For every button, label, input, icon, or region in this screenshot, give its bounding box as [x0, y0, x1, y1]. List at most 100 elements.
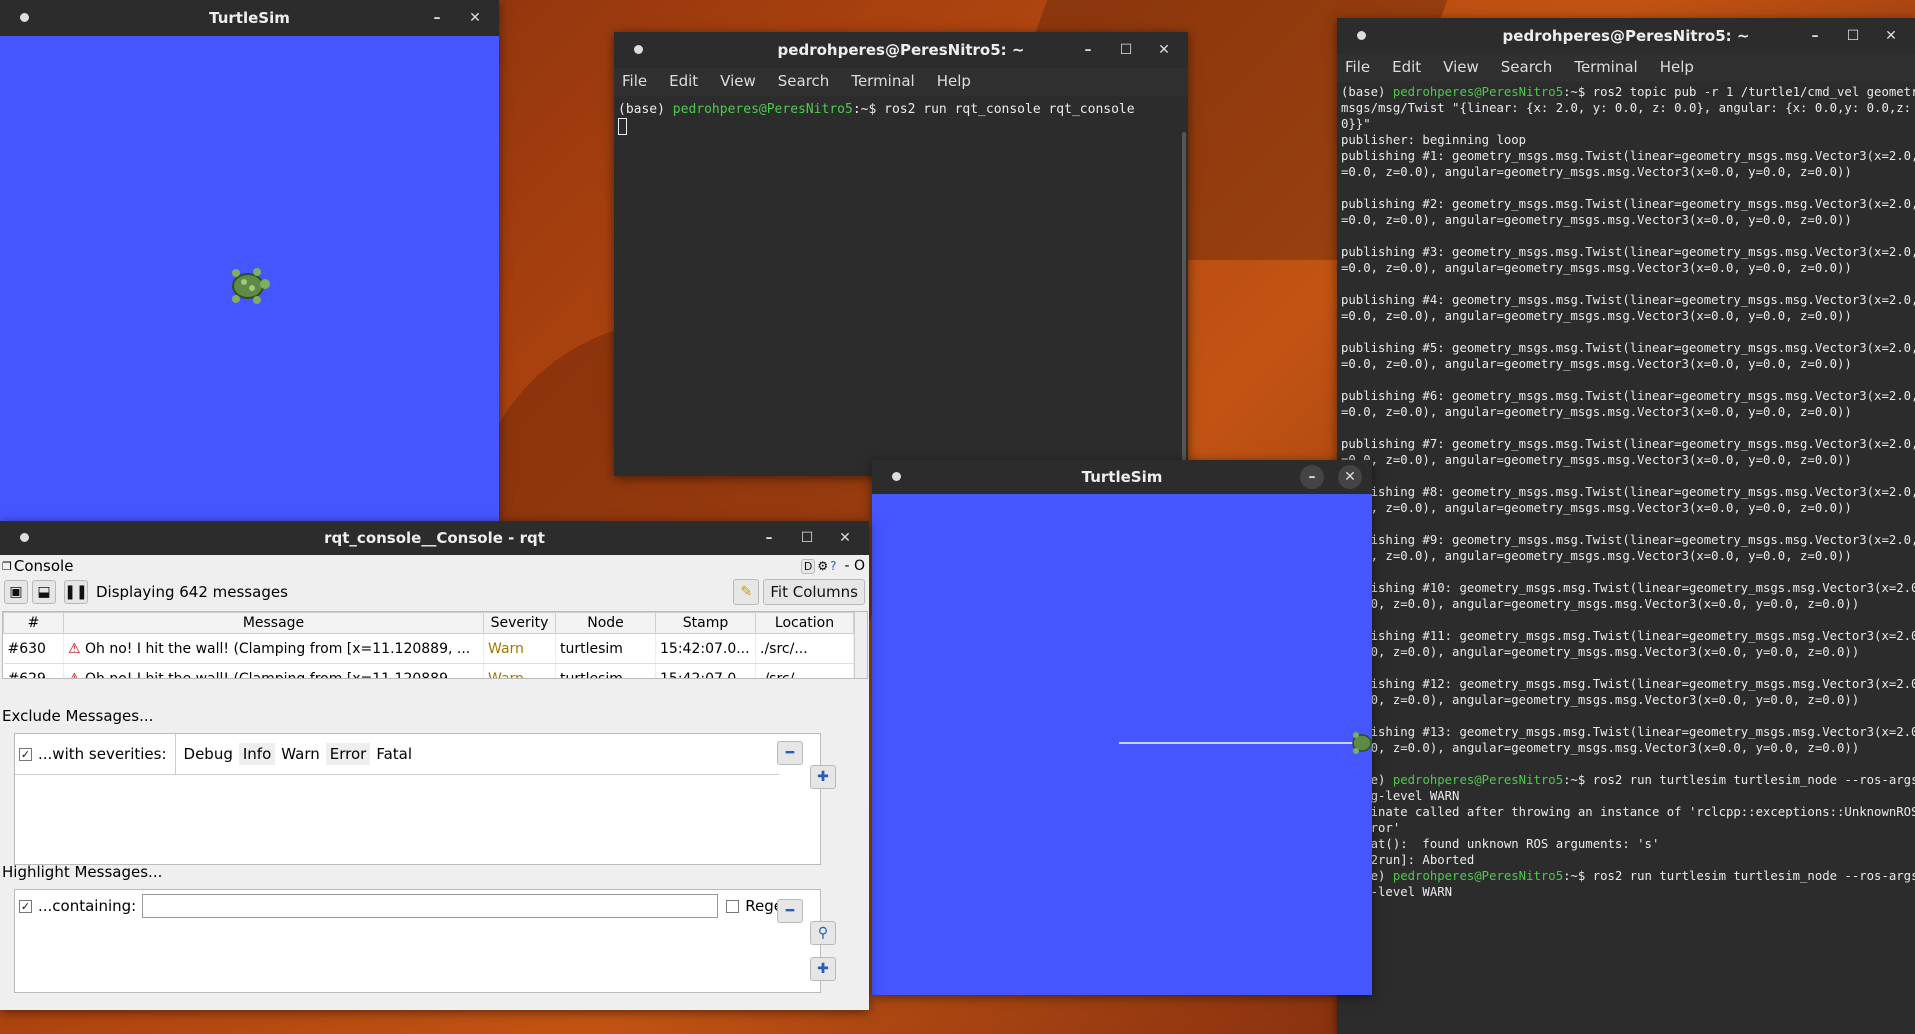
menu-edit[interactable]: Edit: [1392, 58, 1421, 76]
minimize-icon[interactable]: –: [757, 526, 781, 550]
minimize-icon[interactable]: –: [1803, 24, 1827, 48]
regex-checkbox[interactable]: [726, 899, 740, 913]
severity-warn[interactable]: Warn: [277, 743, 323, 765]
minimize-icon[interactable]: –: [425, 6, 449, 30]
close-icon[interactable]: ✕: [1879, 24, 1903, 48]
prompt-user: pedrohperes@PeresNitro5: [672, 102, 853, 117]
save-icon[interactable]: ▣: [4, 580, 28, 604]
message-table: # Message Severity Node Stamp Location #…: [3, 612, 854, 679]
row-severity: Warn: [483, 663, 556, 678]
terminal-line: 0}}": [1341, 117, 1371, 131]
menu-edit[interactable]: Edit: [669, 72, 698, 90]
menu-help[interactable]: Help: [937, 72, 971, 90]
message-table-wrap: # Message Severity Node Stamp Location #…: [2, 611, 868, 679]
load-icon[interactable]: ⬓: [32, 580, 56, 604]
turtle-icon: [1352, 732, 1372, 754]
terminal-line: publisher: beginning loop: [1341, 133, 1527, 147]
menu-terminal[interactable]: Terminal: [1574, 58, 1637, 76]
turtle-icon: [232, 268, 270, 304]
menu-file[interactable]: File: [1345, 58, 1370, 76]
column-header-severity[interactable]: Severity: [483, 612, 556, 634]
terminal-line: (base) pedrohperes@PeresNitro5:~$ ros2 t…: [1341, 84, 1915, 100]
add-highlight-button[interactable]: ✚: [810, 957, 836, 981]
menu-help[interactable]: Help: [1660, 58, 1694, 76]
row-message: Oh no! I hit the wall! (Clamping from [x…: [85, 640, 471, 657]
terminal-output[interactable]: (base) pedrohperes@PeresNitro5:~$ ros2 t…: [1337, 82, 1915, 1034]
menu-file[interactable]: File: [622, 72, 647, 90]
window-menu-icon[interactable]: [20, 13, 29, 22]
column-header-node[interactable]: Node: [555, 612, 656, 634]
terminal-line: -log-level WARN: [1341, 885, 1453, 899]
terminal-output[interactable]: (base) pedrohperes@PeresNitro5:~$ ros2 r…: [614, 96, 1188, 476]
row-message-cell: ⚠ Oh no! I hit the wall! (Clamping from …: [63, 663, 484, 679]
window-title: TurtleSim: [1081, 468, 1163, 486]
terminal-line: y=0.0, z=0.0), angular=geometry_msgs.msg…: [1341, 597, 1860, 611]
scrollbar[interactable]: [1182, 132, 1186, 462]
containing-input[interactable]: [142, 894, 719, 918]
minus-o-label[interactable]: - O: [844, 558, 865, 574]
menu-view[interactable]: View: [720, 72, 756, 90]
column-header-stamp[interactable]: Stamp: [655, 612, 756, 634]
terminal-window-right: pedrohperes@PeresNitro5: ~ – ☐ ✕ File Ed…: [1337, 18, 1915, 1034]
cursor: [618, 118, 627, 135]
minimize-icon[interactable]: –: [1300, 465, 1324, 489]
console-icon: ❐: [2, 559, 12, 573]
row-location: ./src/...: [755, 663, 854, 678]
maximize-icon[interactable]: ☐: [1114, 38, 1138, 62]
terminal-line: (base) pedrohperes@PeresNitro5:~$ ros2 r…: [1341, 772, 1915, 788]
remove-exclude-button[interactable]: ━: [777, 741, 803, 765]
reload-icon[interactable]: ⚙: [817, 559, 828, 573]
help-icon[interactable]: D: [800, 558, 816, 574]
row-message: Oh no! I hit the wall! (Clamping from [x…: [85, 670, 471, 679]
highlight-filter-icon[interactable]: ⚲: [810, 921, 836, 945]
window-menu-icon[interactable]: [892, 472, 901, 481]
table-scrollbar[interactable]: [854, 612, 867, 678]
severity-list[interactable]: Debug Info Warn Error Fatal: [174, 734, 779, 774]
terminal-line: y=0.0, z=0.0), angular=geometry_msgs.msg…: [1341, 645, 1860, 659]
row-number: #629: [3, 663, 64, 678]
window-menu-icon[interactable]: [20, 533, 29, 542]
remove-highlight-button[interactable]: ━: [777, 899, 803, 923]
terminal-line: publishing #8: geometry_msgs.msg.Twist(l…: [1341, 485, 1915, 499]
warning-icon: ⚠: [68, 640, 81, 657]
table-row[interactable]: #629 ⚠ Oh no! I hit the wall! (Clamping …: [3, 663, 854, 679]
row-node: turtlesim: [555, 633, 656, 664]
exclude-title: Exclude Messages...: [2, 707, 154, 725]
severity-fatal[interactable]: Fatal: [372, 743, 416, 765]
severity-error[interactable]: Error: [325, 743, 371, 765]
maximize-icon[interactable]: ☐: [795, 526, 819, 550]
menu-search[interactable]: Search: [778, 72, 830, 90]
terminal-line: publishing #13: geometry_msgs.msg.Twist(…: [1341, 725, 1915, 739]
highlight-checkbox[interactable]: ✓: [19, 899, 32, 913]
add-exclude-button[interactable]: ✚: [810, 765, 836, 789]
turtle-trail: [1119, 742, 1354, 744]
menu-search[interactable]: Search: [1501, 58, 1553, 76]
window-menu-icon[interactable]: [1357, 31, 1366, 40]
column-header-message[interactable]: Message: [63, 612, 484, 634]
title-bar: TurtleSim – ✕: [0, 0, 499, 36]
menu-view[interactable]: View: [1443, 58, 1479, 76]
close-icon[interactable]: ✕: [1338, 465, 1362, 489]
clear-icon[interactable]: ✎: [733, 579, 760, 605]
exclude-checkbox[interactable]: ✓: [19, 747, 32, 761]
maximize-icon[interactable]: ☐: [1841, 24, 1865, 48]
window-menu-icon[interactable]: [634, 45, 643, 54]
minimize-icon[interactable]: –: [1076, 38, 1100, 62]
close-icon[interactable]: ✕: [463, 6, 487, 30]
severity-debug[interactable]: Debug: [180, 743, 237, 765]
question-icon[interactable]: ?: [830, 559, 836, 573]
severity-info[interactable]: Info: [238, 743, 276, 765]
column-header-number[interactable]: #: [3, 612, 64, 634]
plugin-header: ❐ Console D ⚙ ? - O: [0, 555, 869, 577]
menu-terminal[interactable]: Terminal: [851, 72, 914, 90]
close-icon[interactable]: ✕: [1152, 38, 1176, 62]
pause-icon[interactable]: ❚❚: [64, 580, 88, 604]
table-row[interactable]: #630 ⚠ Oh no! I hit the wall! (Clamping …: [3, 633, 854, 664]
fit-columns-button[interactable]: Fit Columns: [763, 579, 865, 605]
close-icon[interactable]: ✕: [833, 526, 857, 550]
column-header-location[interactable]: Location: [755, 612, 854, 634]
